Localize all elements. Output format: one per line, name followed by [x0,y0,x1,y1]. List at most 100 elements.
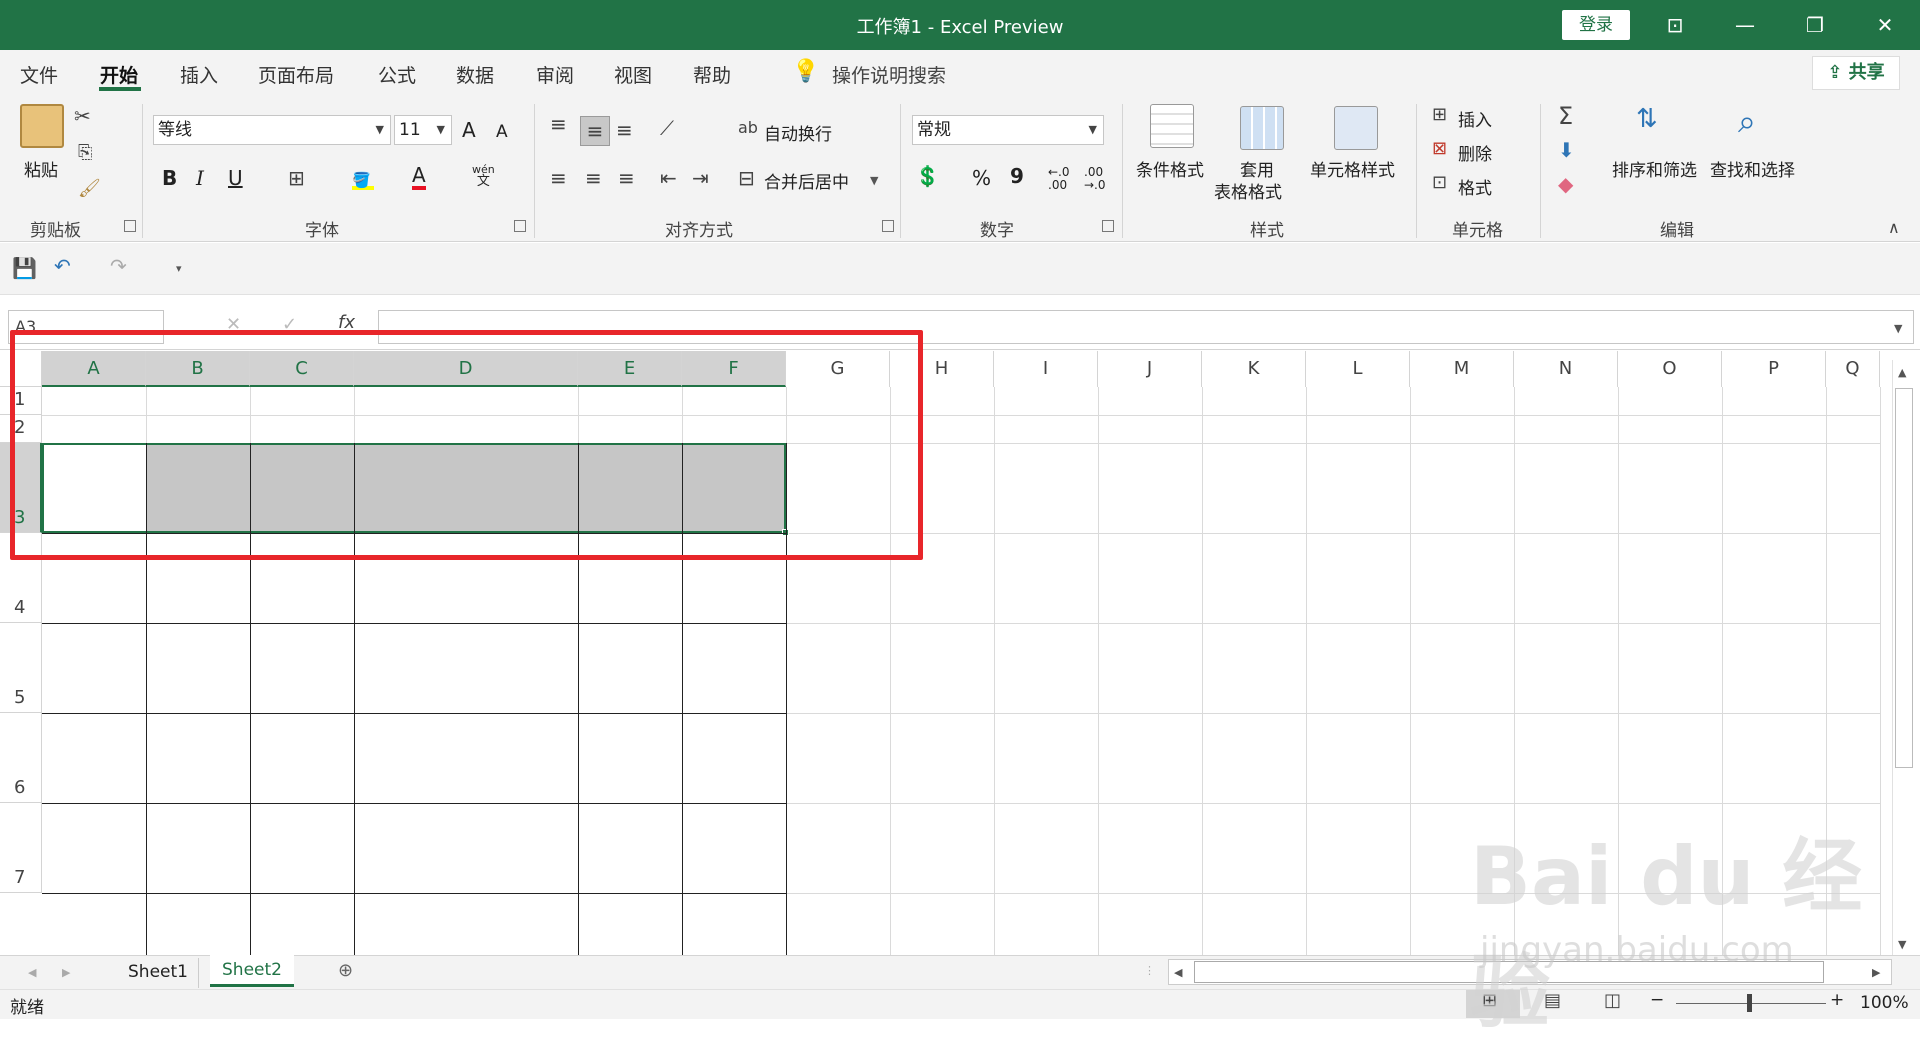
paste-icon[interactable] [20,104,64,148]
decrease-decimal-button[interactable]: .00 →.0 [1084,166,1106,192]
scroll-left-icon[interactable]: ◀ [1174,966,1182,979]
alignment-launcher-icon[interactable] [882,220,894,232]
tab-data[interactable]: 数据 [456,61,494,88]
format-as-table-icon[interactable] [1240,106,1284,150]
collapse-ribbon-icon[interactable]: ∧ [1888,218,1900,237]
format-as-table-line2[interactable]: 表格格式 [1214,178,1282,203]
comma-style-button[interactable]: 9 [1010,164,1024,188]
phonetic-icon[interactable]: wén 文 [472,164,495,189]
row-header-5[interactable]: 5 [0,623,42,713]
column-header-Q[interactable]: Q [1826,351,1880,387]
prev-sheet-icon[interactable]: ◀ [28,966,36,979]
align-bottom-icon[interactable]: ≡ [616,118,633,142]
scroll-up-icon[interactable]: ▲ [1898,366,1906,379]
tab-review[interactable]: 审阅 [536,61,574,88]
column-header-J[interactable]: J [1098,351,1202,387]
conditional-format-button[interactable]: 条件格式 [1136,156,1204,181]
expand-formula-icon[interactable]: ▼ [1894,322,1902,335]
column-header-K[interactable]: K [1202,351,1306,387]
wrap-text-button[interactable]: 自动换行 [764,120,832,145]
cut-icon[interactable]: ✂ [74,104,91,128]
conditional-format-icon[interactable] [1150,104,1194,148]
align-right-icon[interactable]: ≡ [618,166,635,190]
autosum-icon[interactable]: Σ [1558,102,1573,130]
increase-decimal-button[interactable]: ←.0.00 [1048,166,1070,192]
new-sheet-icon[interactable]: ⊕ [338,960,353,981]
column-header-L[interactable]: L [1306,351,1410,387]
format-cells-button[interactable]: 格式 [1458,174,1492,199]
align-middle-icon[interactable]: ≡ [580,116,610,146]
customize-qat-icon[interactable]: ▾ [176,262,182,275]
row-header-6[interactable]: 6 [0,713,42,803]
tab-view[interactable]: 视图 [614,61,652,88]
column-header-O[interactable]: O [1618,351,1722,387]
login-button[interactable]: 登录 [1562,10,1630,40]
insert-cells-button[interactable]: 插入 [1458,106,1492,131]
chevron-down-icon[interactable]: ▼ [870,174,878,187]
minimize-icon[interactable]: — [1722,8,1768,42]
percent-style-button[interactable]: % [972,166,991,190]
grid-vline [994,387,995,955]
share-button[interactable]: ⇪ 共享 [1812,56,1900,90]
redo-icon[interactable]: ↷ [110,254,127,278]
font-launcher-icon[interactable] [514,220,526,232]
decrease-indent-icon[interactable]: ⇤ [660,166,677,190]
paste-label[interactable]: 粘贴 [24,156,58,181]
sheet-tab-2[interactable]: Sheet2 [210,955,294,987]
tab-formulas[interactable]: 公式 [378,61,416,88]
align-center-icon[interactable]: ≡ [585,166,602,190]
copy-icon[interactable]: ⎘ [78,142,92,163]
clipboard-launcher-icon[interactable] [124,220,136,232]
close-icon[interactable]: ✕ [1862,8,1908,42]
shrink-font-button[interactable]: A [496,122,508,142]
bold-button[interactable]: B [162,166,177,190]
cell-styles-icon[interactable] [1334,106,1378,150]
cell-styles-button[interactable]: 单元格样式 [1310,156,1395,181]
borders-icon[interactable]: ⊞ [288,166,305,190]
undo-icon[interactable]: ↶ [54,254,71,278]
number-format-select[interactable]: 常规 ▼ [912,115,1104,145]
column-header-N[interactable]: N [1514,351,1618,387]
restore-icon[interactable]: ❐ [1792,8,1838,42]
increase-indent-icon[interactable]: ⇥ [692,166,709,190]
tab-split-handle[interactable]: ⋮ [1144,964,1155,977]
column-header-I[interactable]: I [994,351,1098,387]
underline-button[interactable]: U [228,166,243,190]
fill-color-icon[interactable]: 🪣 [352,170,374,190]
tab-home[interactable]: 开始 [100,61,138,88]
find-select-button[interactable]: 查找和选择 [1710,156,1795,181]
sort-filter-button[interactable]: 排序和筛选 [1612,156,1697,181]
align-top-icon[interactable]: ≡ [550,112,567,136]
tab-help[interactable]: 帮助 [693,61,731,88]
grid-vline [1306,387,1307,955]
tab-file[interactable]: 文件 [20,61,58,88]
column-header-P[interactable]: P [1722,351,1826,387]
italic-button[interactable]: I [196,166,204,190]
row-header-7[interactable]: 7 [0,803,42,893]
fill-icon[interactable]: ⬇ [1558,138,1575,162]
clear-icon[interactable]: ◆ [1558,172,1573,196]
sheet-tab-1[interactable]: Sheet1 [118,958,199,988]
column-header-M[interactable]: M [1410,351,1514,387]
font-color-button[interactable]: A [412,164,426,190]
grow-font-button[interactable]: A [462,118,476,142]
vertical-scroll-thumb[interactable] [1895,388,1913,768]
ribbon-display-icon[interactable]: ⊡ [1652,8,1698,42]
font-size-select[interactable]: 11 ▼ [394,115,452,145]
delete-cells-button[interactable]: 删除 [1458,140,1492,165]
align-left-icon[interactable]: ≡ [550,166,567,190]
tab-insert[interactable]: 插入 [180,61,218,88]
number-launcher-icon[interactable] [1102,220,1114,232]
find-select-icon[interactable]: ⌕ [1738,102,1756,141]
merge-center-button[interactable]: 合并后居中 [764,168,849,193]
next-sheet-icon[interactable]: ▶ [62,966,70,979]
sort-filter-icon[interactable]: ⇅ [1636,104,1658,134]
orientation-icon[interactable]: ⟋ [660,116,674,140]
format-painter-icon[interactable]: 🖌 [78,178,101,199]
separator [1416,104,1417,238]
accounting-format-icon[interactable]: 💲 [915,164,940,188]
font-name-select[interactable]: 等线 ▼ [153,115,391,145]
tab-page-layout[interactable]: 页面布局 [258,61,334,88]
save-icon[interactable]: 💾 [12,256,37,280]
tell-me-search[interactable]: 操作说明搜索 [832,61,946,88]
